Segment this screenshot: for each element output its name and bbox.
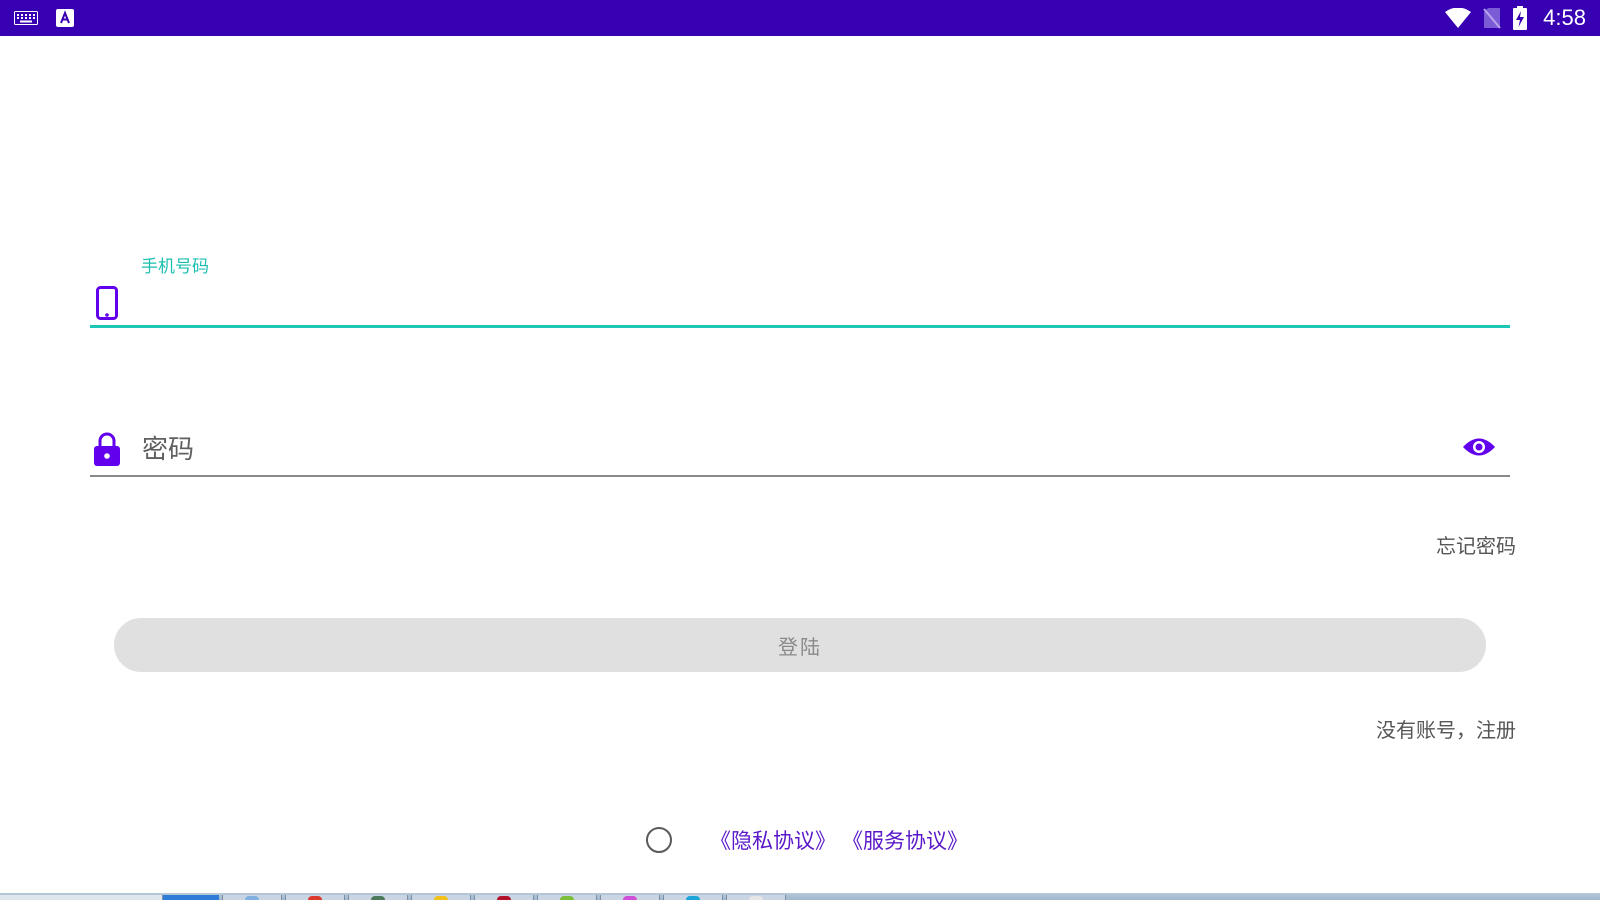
taskbar-item[interactable]: [411, 895, 471, 900]
phone-number-field[interactable]: 手机号码: [90, 240, 1510, 330]
agreement-radio[interactable]: [646, 827, 672, 853]
register-link[interactable]: 没有账号，注册: [1376, 714, 1516, 743]
taskbar-active-item[interactable]: [163, 895, 219, 900]
keyboard-icon: [14, 11, 38, 25]
host-taskbar: [0, 893, 1600, 900]
taskbar-item[interactable]: [537, 895, 597, 900]
agreement-row: 《隐私协议》 《服务协议》: [646, 824, 974, 856]
forgot-password-link[interactable]: 忘记密码: [1436, 530, 1516, 559]
status-bar: 4:58: [0, 0, 1600, 36]
font-a-icon: [56, 9, 74, 27]
taskbar-start-area[interactable]: [0, 895, 163, 900]
taskbar-item[interactable]: [474, 895, 534, 900]
wifi-icon: [1445, 8, 1472, 28]
taskbar-item[interactable]: [222, 895, 282, 900]
lock-icon: [94, 432, 120, 466]
privacy-agreement-link[interactable]: 《隐私协议》: [710, 825, 836, 855]
service-agreement-link[interactable]: 《服务协议》: [842, 825, 968, 855]
taskbar-item[interactable]: [663, 895, 723, 900]
app-screen: 4:58 手机号码 忘记密码 登陆 没有账号，注册 《隐私协议》 《服务协议》: [0, 0, 1600, 900]
taskbar-item[interactable]: [726, 895, 786, 900]
status-bar-right: 4:58: [1445, 0, 1586, 36]
eye-icon[interactable]: [1462, 436, 1496, 458]
phone-number-label: 手机号码: [141, 257, 209, 277]
no-sim-icon: [1483, 7, 1501, 29]
taskbar-item[interactable]: [600, 895, 660, 900]
password-field[interactable]: [90, 420, 1510, 480]
login-button[interactable]: 登陆: [114, 618, 1486, 672]
phone-number-underline: [90, 325, 1510, 328]
smartphone-icon: [96, 286, 118, 320]
password-input[interactable]: [140, 428, 1444, 470]
battery-charging-icon: [1513, 6, 1528, 30]
status-bar-left: [14, 0, 74, 36]
taskbar-item[interactable]: [285, 895, 345, 900]
taskbar-item[interactable]: [348, 895, 408, 900]
status-bar-time: 4:58: [1543, 5, 1586, 30]
phone-number-input[interactable]: [140, 284, 1484, 324]
password-underline: [90, 475, 1510, 477]
